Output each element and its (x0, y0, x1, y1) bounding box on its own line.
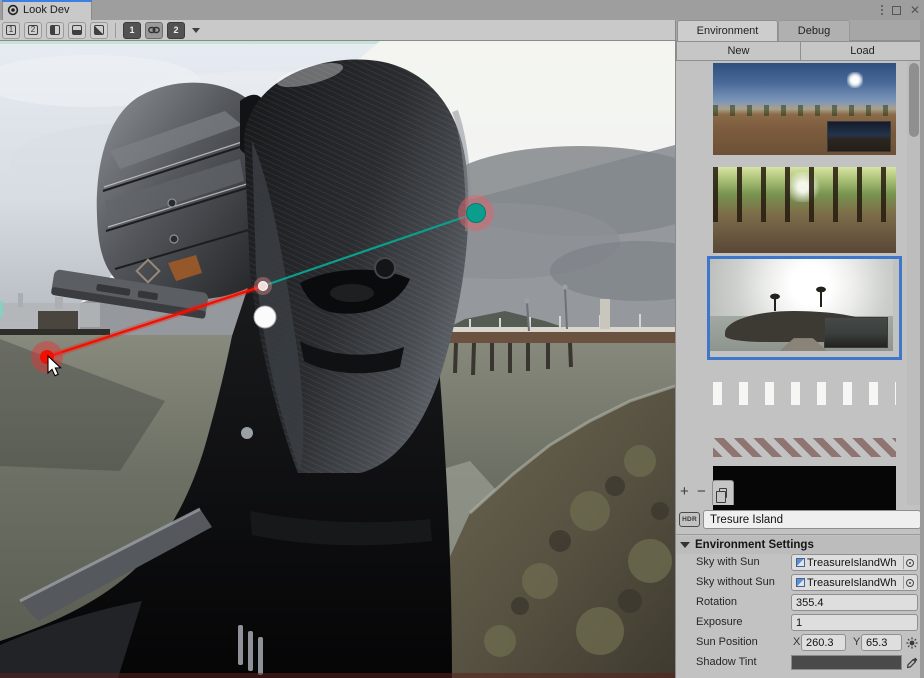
maximize-icon[interactable] (892, 6, 901, 15)
sky-without-sun-row: Sky without Sun TreasureIslandWh (676, 574, 924, 592)
environment-panel: Environment Debug New Load (675, 20, 924, 678)
sun-gizmo-overlay (0, 41, 675, 678)
window-title: Look Dev (23, 4, 69, 16)
mid-handle[interactable] (259, 282, 268, 291)
load-button[interactable]: Load (801, 41, 924, 61)
view-split-zone-button[interactable] (90, 22, 108, 39)
environment2-button[interactable]: 2 (167, 22, 185, 39)
rotation-field[interactable]: 355.4 (791, 594, 918, 611)
hdri-thumb-scrubland[interactable] (713, 63, 896, 155)
sun-icon (906, 637, 918, 649)
remove-environment-button[interactable]: − (697, 483, 706, 500)
hdri-thumb-forest[interactable] (713, 167, 896, 253)
duplicate-icon (719, 488, 727, 498)
link-icon (148, 26, 160, 34)
shadow-tint-swatch[interactable] (791, 655, 902, 670)
exposure-field[interactable]: 1 (791, 614, 918, 631)
hdr-name-row: HDR Tresure Island (676, 508, 924, 532)
cubemap-icon (796, 578, 805, 587)
teal-handle[interactable] (467, 204, 486, 223)
lookdev-toolbar: 1 2 1 2 (0, 20, 675, 41)
window-menu-icon[interactable] (881, 5, 883, 15)
tab-debug[interactable]: Debug (778, 20, 850, 41)
add-environment-button[interactable]: + (680, 483, 689, 500)
new-button[interactable]: New (676, 41, 801, 61)
white-handle[interactable] (254, 306, 276, 328)
sky-without-sun-object-field[interactable]: TreasureIslandWh (791, 574, 918, 591)
close-icon[interactable]: ✕ (910, 4, 920, 16)
library-scrollbar-thumb[interactable] (909, 63, 919, 137)
environment-name-field[interactable]: Tresure Island (703, 510, 921, 529)
gizmo-line-teal (263, 213, 476, 286)
eyedropper-icon (907, 657, 918, 669)
toolbar-dropdown-arrow[interactable] (192, 28, 200, 33)
hdri-thumb-selected-frame (707, 256, 902, 360)
panel-tab-bar: Environment Debug (676, 20, 924, 41)
library-toolbar: + − (676, 480, 924, 505)
lookdev-viewport[interactable] (0, 41, 675, 678)
object-picker-icon[interactable] (903, 556, 916, 569)
foldout-arrow-icon (680, 542, 690, 548)
lookdev-tab[interactable]: Look Dev (2, 0, 92, 20)
hdri-thumb-scrubland-inset (827, 121, 891, 152)
library-scrollbar[interactable] (907, 61, 921, 505)
cubemap-icon (796, 558, 805, 567)
sun-position-x-field[interactable]: 260.3 (801, 634, 846, 651)
environment-settings-header[interactable]: Environment Settings (676, 536, 924, 554)
hdri-thumb-treasure-island[interactable] (710, 259, 893, 351)
sun-spot (847, 72, 863, 88)
panel-right-edge (920, 20, 924, 678)
x-axis-label: X (793, 636, 800, 648)
sky-with-sun-object-field[interactable]: TreasureIslandWh (791, 554, 918, 571)
eyedropper-button[interactable] (906, 655, 918, 670)
shadow-tint-row: Shadow Tint (676, 654, 924, 672)
duplicate-environment-button[interactable] (712, 480, 734, 505)
view-single1-button[interactable]: 1 (2, 22, 20, 39)
view-split-vertical-button[interactable] (46, 22, 64, 39)
toolbar-separator (115, 23, 116, 38)
sky-with-sun-row: Sky with Sun TreasureIslandWh (676, 554, 924, 572)
tab-environment[interactable]: Environment (677, 20, 778, 41)
library-actions: New Load (676, 41, 924, 61)
view-split-horizontal-button[interactable] (68, 22, 86, 39)
eye-icon (7, 4, 19, 16)
hdri-thumb-treasure-island-inset (824, 317, 888, 348)
pick-sun-button[interactable] (905, 635, 919, 650)
sun-position-y-field[interactable]: 65.3 (861, 634, 902, 651)
object-picker-icon[interactable] (903, 576, 916, 589)
sun-position-row: Sun Position X 260.3 Y 65.3 (676, 634, 924, 652)
rotation-row: Rotation 355.4 (676, 594, 924, 612)
link-environments-button[interactable] (145, 22, 163, 39)
exposure-row: Exposure 1 (676, 614, 924, 632)
hdri-thumb-church[interactable] (713, 370, 896, 457)
title-bar: Look Dev ✕ (0, 0, 924, 20)
environment1-button[interactable]: 1 (123, 22, 141, 39)
view-single2-button[interactable]: 2 (24, 22, 42, 39)
settings-divider (676, 534, 924, 535)
hdr-badge-icon: HDR (679, 512, 700, 527)
lookdev-window: Look Dev ✕ 1 2 1 2 (0, 0, 924, 678)
y-axis-label: Y (853, 636, 860, 648)
gizmo-line-red (47, 286, 263, 357)
